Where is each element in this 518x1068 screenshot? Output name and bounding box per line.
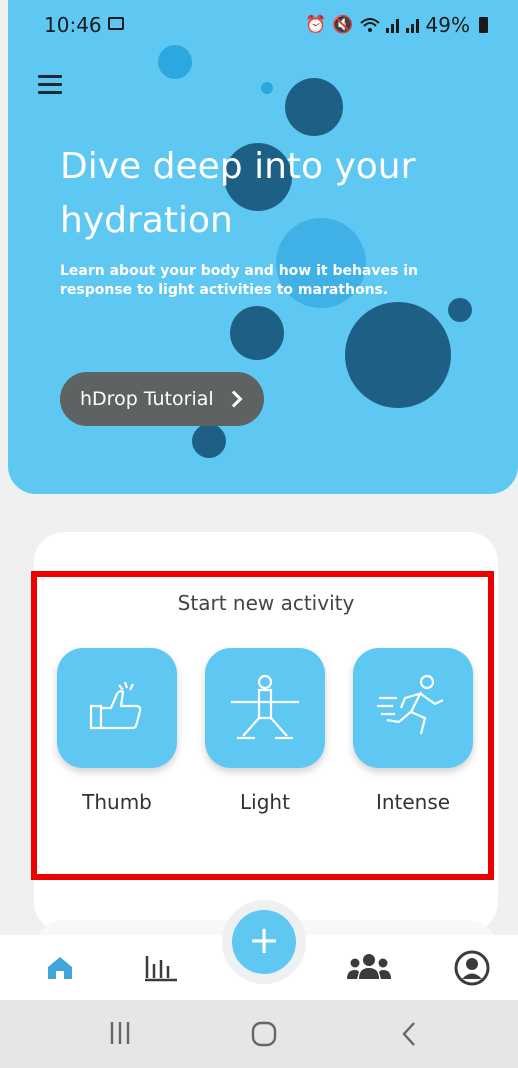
- light-tile[interactable]: [205, 648, 325, 768]
- activity-label: Intense: [375, 790, 451, 814]
- activity-label: Thumb: [82, 790, 152, 814]
- yoga-pose-icon: [231, 674, 299, 740]
- running-person-icon: [377, 674, 444, 735]
- status-icons: ⏰ 🔇 49%: [305, 13, 488, 37]
- chevron-right-icon: [225, 390, 243, 408]
- battery-percent: 49%: [425, 13, 470, 37]
- signal-icon: [385, 19, 399, 33]
- intense-tile[interactable]: [353, 648, 473, 768]
- add-icon: +: [248, 918, 280, 962]
- group-icon[interactable]: [346, 953, 392, 981]
- add-activity-button[interactable]: +: [232, 910, 296, 974]
- activity-light[interactable]: Light: [205, 648, 325, 814]
- hamburger-menu-icon[interactable]: [38, 75, 62, 95]
- status-time: 10:46: [44, 13, 102, 37]
- activity-intense[interactable]: Intense: [353, 648, 473, 814]
- activity-label: Light: [240, 790, 290, 814]
- tutorial-button[interactable]: hDrop Tutorial: [60, 372, 264, 426]
- profile-icon[interactable]: [454, 950, 490, 986]
- alarm-icon: ⏰: [305, 15, 327, 35]
- signal-icon: [405, 19, 419, 33]
- mute-icon: 🔇: [332, 15, 354, 35]
- home-button-icon[interactable]: [250, 1020, 278, 1048]
- activity-thumb[interactable]: Thumb: [57, 648, 177, 814]
- status-bar: 10:46 ⏰ 🔇 49%: [0, 0, 518, 50]
- back-icon[interactable]: [400, 1020, 418, 1048]
- activity-section-title: Start new activity: [177, 591, 355, 615]
- recent-apps-icon[interactable]: [108, 1020, 132, 1046]
- hero-subtitle: Learn about your body and how it behaves…: [60, 263, 418, 298]
- decorative-bubble: [158, 45, 192, 79]
- battery-icon: [479, 17, 488, 33]
- bar-chart-icon[interactable]: [143, 952, 179, 982]
- decorative-bubble: [192, 424, 226, 458]
- thumb-tile[interactable]: [57, 648, 177, 768]
- decorative-bubble: [285, 78, 343, 136]
- decorative-bubble: [448, 298, 472, 322]
- decorative-bubble: [261, 82, 273, 94]
- thumbs-up-icon: [89, 681, 142, 730]
- decorative-bubble: [230, 306, 284, 360]
- decorative-bubble: [345, 302, 451, 408]
- wifi-icon: [359, 18, 380, 32]
- hero-banner: Dive deep into your hydration Learn abou…: [8, 0, 518, 494]
- tutorial-button-label: hDrop Tutorial: [80, 388, 214, 410]
- image-icon: [108, 17, 124, 30]
- home-icon[interactable]: [46, 955, 74, 981]
- hero-title: Dive deep into your hydration: [60, 146, 416, 241]
